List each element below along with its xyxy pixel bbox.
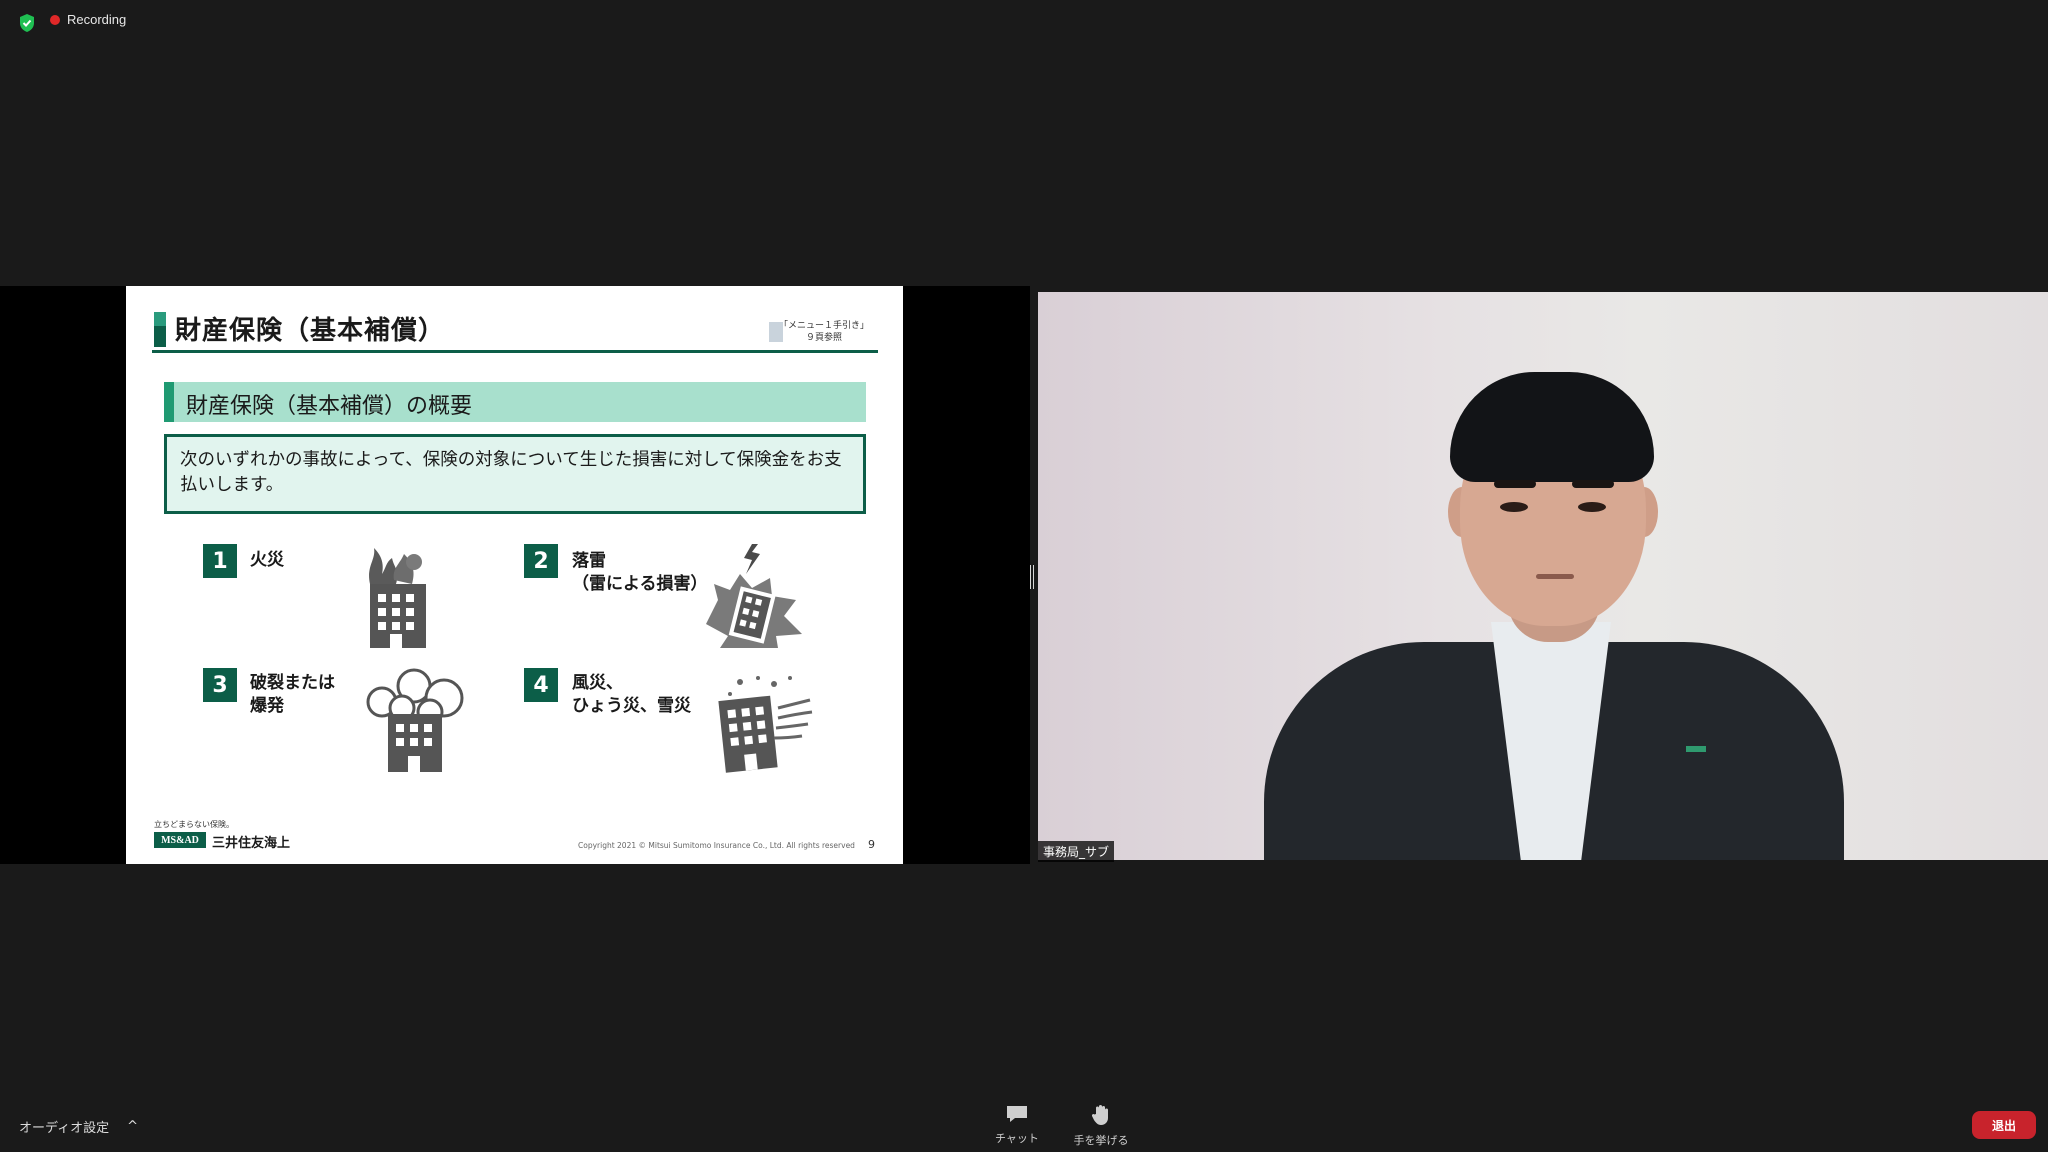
raise-hand-icon [1091, 1105, 1108, 1125]
chevron-up-icon[interactable]: ^ [127, 1119, 138, 1134]
raise-hand-button[interactable]: 手を挙げる [1066, 1104, 1136, 1148]
item-number-3: 3 [203, 668, 237, 702]
subheading-text: 財産保険（基本補償）の概要 [186, 394, 473, 419]
security-shield-icon[interactable] [18, 13, 36, 33]
participant-brow-left [1494, 480, 1536, 488]
slide-title: 財産保険（基本補償） [175, 316, 446, 346]
item-number-4: 4 [524, 668, 558, 702]
building-wind-icon [718, 676, 813, 773]
msad-logo: MS&AD [154, 832, 206, 848]
item-label-explosion-line1: 破裂または [250, 673, 335, 693]
description-text: 次のいずれかの事故によって、保険の対象について生じた損害に対して保険金をお支払い… [180, 450, 842, 495]
chat-bubble-icon [1007, 1106, 1027, 1122]
item-label-fire: 火災 [250, 550, 284, 570]
item-label-wind-line2: ひょう災、雪災 [572, 696, 691, 716]
participant-brow-right [1572, 480, 1614, 488]
item-label-lightning: 落雷 （雷による損害） [572, 550, 708, 596]
item-label-explosion: 破裂または 爆発 [250, 672, 335, 718]
audio-settings-button[interactable]: オーディオ設定 ^ [19, 1117, 138, 1136]
leave-button[interactable]: 退出 [1972, 1111, 2036, 1139]
recording-dot-icon [50, 14, 60, 25]
reference-note: 「メニュー１手引き」 ９頁参照 [769, 320, 879, 344]
item-label-wind-line1: 風災、 [572, 673, 623, 693]
copyright-text: Copyright 2021 © Mitsui Sumitomo Insuran… [578, 841, 855, 850]
participant-name-tag: 事務局_サブ [1038, 841, 1115, 862]
company-name: 三井住友海上 [212, 836, 291, 851]
participant-video[interactable] [1038, 292, 2048, 860]
participant-hair [1450, 372, 1654, 482]
title-underline [152, 350, 878, 353]
recording-label: Recording [67, 12, 127, 27]
item-label-lightning-line1: 落雷 [572, 551, 606, 571]
participant-eye-right [1578, 502, 1606, 512]
title-accent-bar [154, 312, 166, 347]
top-status-bar: Recording [0, 0, 2048, 44]
building-lightning-icon [706, 544, 802, 648]
subheading-accent-bar [164, 382, 174, 422]
item-number-2: 2 [524, 544, 558, 578]
item-number-1: 1 [203, 544, 237, 578]
audio-settings-label: オーディオ設定 [19, 1121, 110, 1136]
building-explosion-icon [366, 668, 464, 772]
chat-label: チャット [995, 1132, 1039, 1145]
panel-splitter-handle[interactable] [1030, 565, 1034, 589]
building-fire-icon [369, 548, 426, 648]
reference-note-line1: 「メニュー１手引き」 [778, 321, 869, 331]
presentation-slide: 財産保険（基本補償） 「メニュー１手引き」 ９頁参照 財産保険（基本補償）の概要… [126, 286, 903, 864]
participant-mouth [1536, 574, 1574, 579]
lapel-pin [1686, 746, 1706, 752]
participant-eye-left [1500, 502, 1528, 512]
item-label-wind: 風災、 ひょう災、雪災 [572, 672, 691, 718]
recording-indicator[interactable]: Recording [50, 12, 126, 27]
reference-note-line2: ９頁参照 [805, 333, 842, 343]
chat-button[interactable]: チャット [982, 1104, 1052, 1146]
item-label-explosion-line2: 爆発 [250, 696, 284, 716]
raise-hand-label: 手を挙げる [1073, 1134, 1129, 1147]
company-tagline: 立ちどまらない保険。 [154, 820, 234, 829]
item-label-lightning-line2: （雷による損害） [572, 574, 708, 594]
slide-page-number: 9 [868, 838, 875, 851]
